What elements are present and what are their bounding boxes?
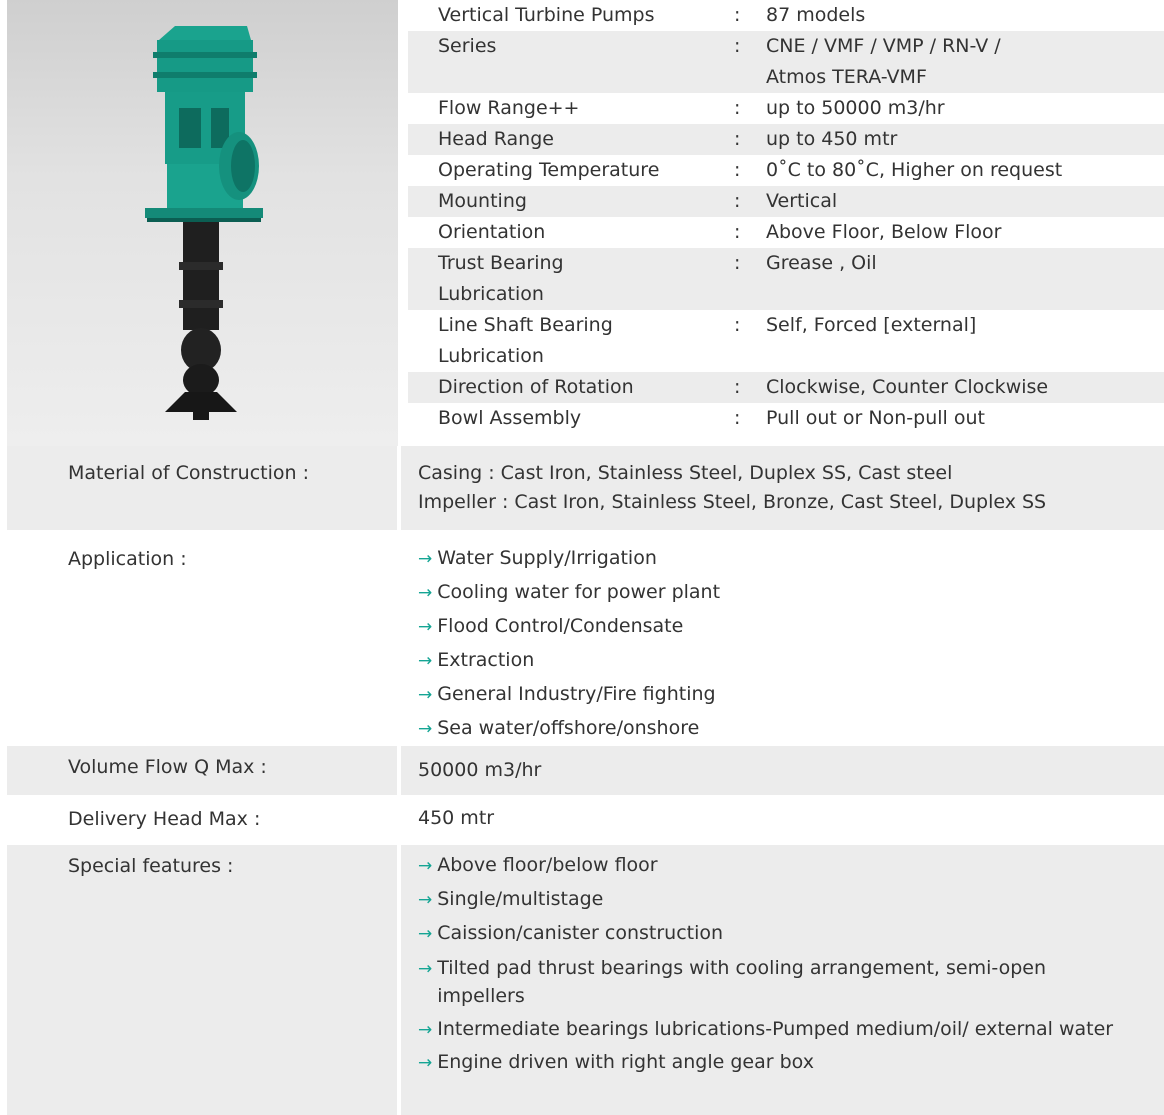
spec-row: Direction of Rotation : Clockwise, Count… xyxy=(408,372,1164,403)
spec-colon: : xyxy=(734,376,741,398)
spec-colon: : xyxy=(734,97,741,119)
volume-flow-value: 50000 m3/hr xyxy=(418,759,542,781)
arrow-right-icon: → xyxy=(418,856,433,876)
arrow-right-icon: → xyxy=(418,1053,433,1073)
column-divider xyxy=(397,446,401,1115)
spec-label: Orientation xyxy=(438,221,546,243)
application-row: Application : → Water Supply/Irrigation →… xyxy=(7,536,1164,744)
spec-value: Self, Forced [external] xyxy=(766,314,977,336)
product-datasheet: Vertical Turbine Pumps : 87 models Serie… xyxy=(0,0,1164,1115)
material-value: Casing : Cast Iron, Stainless Steel, Dup… xyxy=(418,459,1046,517)
arrow-right-icon: → xyxy=(418,685,433,705)
spec-value: Pull out or Non-pull out xyxy=(766,407,985,429)
arrow-right-icon: → xyxy=(418,924,433,944)
list-item: → Caission/canister construction xyxy=(418,917,1138,951)
spec-label: Head Range xyxy=(438,128,554,150)
arrow-right-icon: → xyxy=(418,719,433,739)
arrow-right-icon: → xyxy=(418,549,433,569)
spec-label: Lubrication xyxy=(438,345,544,367)
list-item: → General Industry/Fire fighting xyxy=(418,678,720,712)
delivery-head-value: 450 mtr xyxy=(418,807,495,829)
spec-row: Trust Bearing : Grease , Oil xyxy=(408,248,1164,279)
spec-label: Mounting xyxy=(438,190,527,212)
spec-colon: : xyxy=(734,159,741,181)
application-label: Application : xyxy=(68,548,187,570)
spec-table: Vertical Turbine Pumps : 87 models Serie… xyxy=(408,0,1164,446)
spec-row: Lubrication xyxy=(408,279,1164,310)
spec-row: Orientation : Above Floor, Below Floor xyxy=(408,217,1164,248)
spec-row: Atmos TERA-VMF xyxy=(408,62,1164,93)
spec-value: CNE / VMF / VMP / RN-V / xyxy=(766,35,1001,57)
spec-value: Clockwise, Counter Clockwise xyxy=(766,376,1049,398)
spec-label: Trust Bearing xyxy=(438,252,564,274)
spec-label: Vertical Turbine Pumps xyxy=(438,4,655,26)
special-features-list: → Above floor/below floor → Single/multist… xyxy=(418,849,1138,1080)
list-item: → Engine driven with right angle gear box xyxy=(418,1046,1138,1080)
spec-label: Operating Temperature xyxy=(438,159,660,181)
arrow-right-icon: → xyxy=(418,617,433,637)
material-line-casing: Casing : Cast Iron, Stainless Steel, Dup… xyxy=(418,462,953,484)
list-item: → Extraction xyxy=(418,644,720,678)
spec-colon: : xyxy=(734,407,741,429)
material-line-impeller: Impeller : Cast Iron, Stainless Steel, B… xyxy=(418,491,1047,513)
spec-colon: : xyxy=(734,128,741,150)
list-item: → Tilted pad thrust bearings with cooling… xyxy=(418,957,1047,1007)
delivery-head-row: Delivery Head Max : 450 mtr xyxy=(7,797,1164,843)
spec-label: Flow Range++ xyxy=(438,97,580,119)
arrow-right-icon: → xyxy=(418,583,433,603)
arrow-right-icon: → xyxy=(418,651,433,671)
special-features-row: Special features : → Above floor/below fl… xyxy=(7,845,1164,1115)
arrow-right-icon: → xyxy=(418,1020,433,1040)
list-item: → Intermediate bearings lubrications-Pump… xyxy=(418,1012,1138,1046)
special-features-label: Special features : xyxy=(68,855,234,877)
spec-section: Vertical Turbine Pumps : 87 models Serie… xyxy=(7,0,1164,446)
spec-value: Above Floor, Below Floor xyxy=(766,221,1002,243)
spec-colon: : xyxy=(734,35,741,57)
spec-colon: : xyxy=(734,4,741,26)
pump-photo xyxy=(7,0,398,446)
spec-colon: : xyxy=(734,314,741,336)
spec-value: up to 450 mtr xyxy=(766,128,898,150)
volume-flow-row: Volume Flow Q Max : 50000 m3/hr xyxy=(7,746,1164,795)
list-item: → Flood Control/Condensate xyxy=(418,610,720,644)
spec-value: Vertical xyxy=(766,190,838,212)
spec-label: Direction of Rotation xyxy=(438,376,634,398)
spec-row: Line Shaft Bearing : Self, Forced [exter… xyxy=(408,310,1164,341)
spec-value: Atmos TERA-VMF xyxy=(766,66,927,88)
list-item: → Water Supply/Irrigation xyxy=(418,542,720,576)
volume-flow-label: Volume Flow Q Max : xyxy=(68,756,267,778)
list-item: → Single/multistage xyxy=(418,883,1138,917)
delivery-head-label: Delivery Head Max : xyxy=(68,808,261,830)
spec-row: Bowl Assembly : Pull out or Non-pull out xyxy=(408,403,1164,434)
list-item: → Sea water/offshore/onshore xyxy=(418,712,720,746)
spec-label: Line Shaft Bearing xyxy=(438,314,613,336)
spec-colon: : xyxy=(734,252,741,274)
spec-value: 87 models xyxy=(766,4,866,26)
spec-row: Head Range : up to 450 mtr xyxy=(408,124,1164,155)
spec-label: Lubrication xyxy=(438,283,544,305)
spec-label: Series xyxy=(438,35,497,57)
spec-row: Operating Temperature : 0˚C to 80˚C, Hig… xyxy=(408,155,1164,186)
spec-row: Lubrication xyxy=(408,341,1164,372)
application-list: → Water Supply/Irrigation → Cooling water … xyxy=(418,542,720,746)
arrow-right-icon: → xyxy=(418,890,433,910)
spec-row: Mounting : Vertical xyxy=(408,186,1164,217)
spec-label: Bowl Assembly xyxy=(438,407,582,429)
spec-value: 0˚C to 80˚C, Higher on request xyxy=(766,159,1063,181)
vertical-turbine-pump-image xyxy=(145,26,263,420)
spec-colon: : xyxy=(734,221,741,243)
spec-row: Series : CNE / VMF / VMP / RN-V / xyxy=(408,31,1164,62)
material-label: Material of Construction : xyxy=(68,462,309,484)
spec-row: Flow Range++ : up to 50000 m3/hr xyxy=(408,93,1164,124)
arrow-right-icon: → xyxy=(418,959,433,979)
spec-value: Grease , Oil xyxy=(766,252,877,274)
material-row: Material of Construction : Casing : Cast… xyxy=(7,446,1164,530)
spec-colon: : xyxy=(734,190,741,212)
list-item: → Above floor/below floor xyxy=(418,849,1138,883)
spec-value: up to 50000 m3/hr xyxy=(766,97,945,119)
list-item: → Cooling water for power plant xyxy=(418,576,720,610)
spec-row: Vertical Turbine Pumps : 87 models xyxy=(408,0,1164,31)
